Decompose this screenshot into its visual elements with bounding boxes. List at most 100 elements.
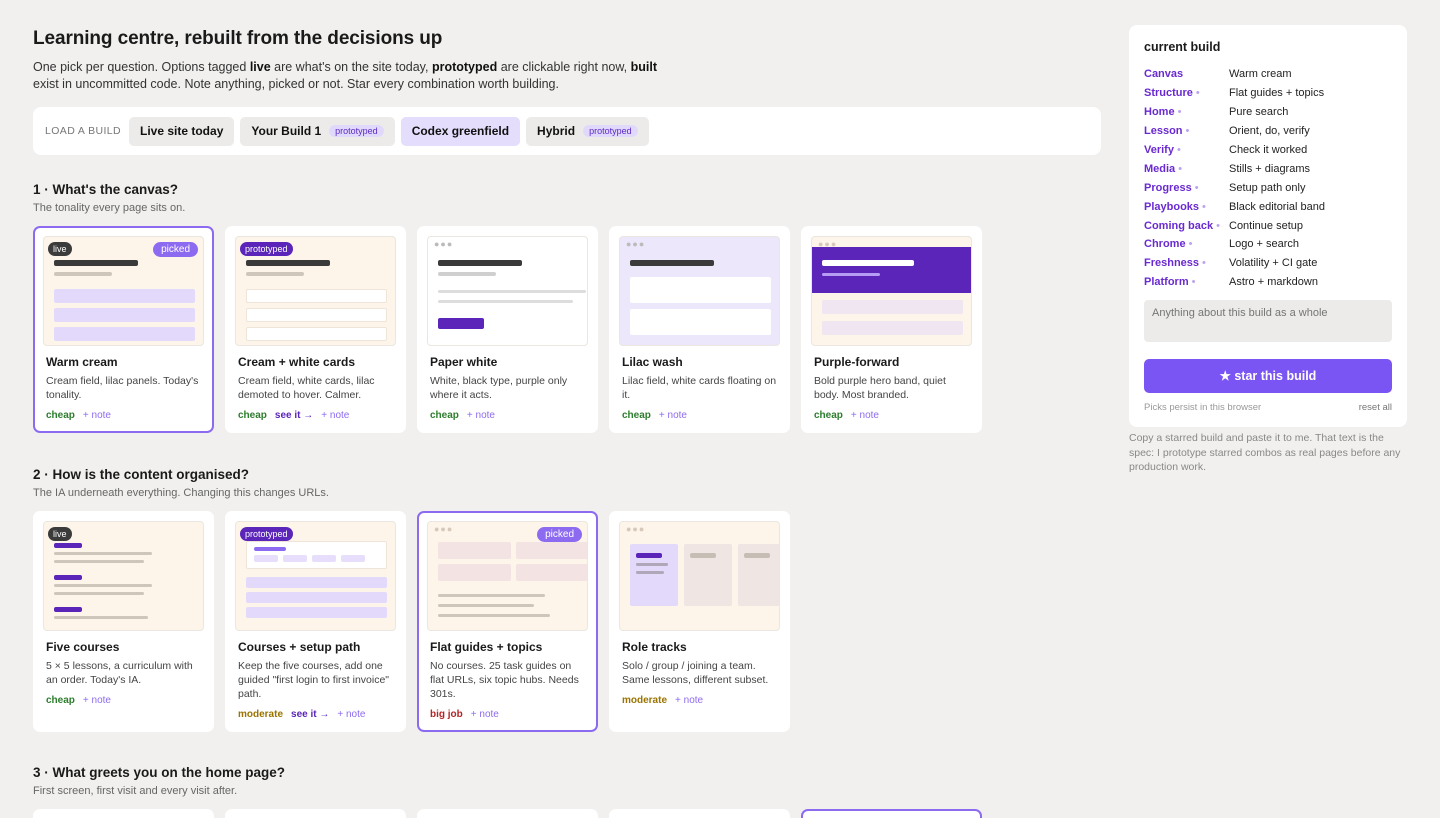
question-home-page: 3 · What greets you on the home page? Fi… [33,765,1101,818]
summary-row-verify[interactable]: Verify • Check it worked [1144,141,1392,160]
option-card[interactable] [33,809,214,818]
option-preview: ●●● [811,236,972,346]
option-description: Solo / group / joining a team. Same less… [622,660,769,686]
cost-label: cheap [430,410,459,421]
sidebar-caption: Copy a starred build and paste it to me.… [1129,432,1401,473]
option-role-tracks[interactable]: ●●● Role tracks Solo / group / joining a… [609,511,790,732]
prototyped-tag: prototyped [329,125,384,137]
build-live-site-button[interactable]: Live site today [129,116,235,146]
persist-note: Picks persist in this browser [1144,401,1262,413]
cost-label: moderate [622,695,668,706]
load-build-label: LOAD A BUILD [45,125,121,137]
option-title: Five courses [46,640,120,654]
add-note-link[interactable]: + note [675,695,703,706]
option-preview: prototyped [235,236,396,346]
window-dots-icon: ●●● [434,239,454,249]
option-card[interactable] [417,809,598,818]
summary-row-structure[interactable]: Structure • Flat guides + topics [1144,84,1392,103]
summary-row-media[interactable]: Media • Stills + diagrams [1144,159,1392,178]
cost-label: cheap [622,410,651,421]
option-card[interactable] [801,809,982,818]
add-note-link[interactable]: + note [83,410,111,421]
option-cream-white-cards[interactable]: prototyped Cream + white cards Cream fie… [225,226,406,433]
option-description: Lilac field, white cards floating on it. [622,375,777,401]
option-preview: ●●● picked [427,521,588,631]
page-title: Learning centre, rebuilt from the decisi… [33,28,443,49]
live-badge: live [48,242,72,256]
window-dots-icon: ●●● [434,524,454,534]
current-build-panel: current build Canvas Warm cream Structure… [1129,25,1407,427]
cost-label: cheap [238,410,267,421]
star-build-button[interactable]: ★ star this build [1144,358,1392,393]
option-preview: prototyped [235,521,396,631]
summary-row-canvas[interactable]: Canvas Warm cream [1144,65,1392,84]
cost-label: cheap [46,410,75,421]
option-purple-forward[interactable]: ●●● Purple-forward Bold purple hero band… [801,226,982,433]
intro-text: One pick per question. Options tagged li… [33,60,658,91]
option-title: Cream + white cards [238,355,356,369]
add-note-link[interactable]: + note [337,709,365,720]
option-five-courses[interactable]: live Five courses 5 × 5 lessons, a curri… [33,511,214,732]
see-it-link[interactable]: see it → [275,410,313,421]
add-note-link[interactable]: + note [321,410,349,421]
summary-row-chrome[interactable]: Chrome • Logo + search [1144,235,1392,254]
build-note-textarea[interactable] [1144,299,1392,342]
question-title: 1 · What's the canvas? [33,182,178,197]
option-card[interactable] [609,809,790,818]
option-card[interactable] [225,809,406,818]
window-dots-icon: ●●● [626,239,646,249]
live-badge: live [48,527,72,541]
option-title: Paper white [430,355,498,369]
question-title: 2 · How is the content organised? [33,467,250,482]
option-courses-setup-path[interactable]: prototyped Courses + setup path Keep the… [225,511,406,732]
reset-all-button[interactable]: reset all [1359,402,1392,413]
option-title: Warm cream [46,355,118,369]
option-description: Bold purple hero band, quiet body. Most … [814,375,946,401]
summary-row-playbooks[interactable]: Playbooks • Black editorial band [1144,197,1392,216]
option-description: Keep the five courses, add one guided "f… [238,660,390,700]
window-dots-icon: ●●● [626,524,646,534]
prototyped-badge: prototyped [240,242,293,256]
option-title: Purple-forward [814,355,900,369]
option-lilac-wash[interactable]: ●●● Lilac wash Lilac field, white cards … [609,226,790,433]
option-warm-cream[interactable]: live picked Warm cream Cream field, lila… [33,226,214,433]
summary-row-platform[interactable]: Platform • Astro + markdown [1144,273,1392,292]
build-codex-greenfield-button[interactable]: Codex greenfield [400,116,521,146]
question-title: 3 · What greets you on the home page? [33,765,286,780]
summary-row-home[interactable]: Home • Pure search [1144,103,1392,122]
option-preview: ●●● [619,236,780,346]
option-title: Lilac wash [622,355,683,369]
prototyped-badge: prototyped [240,527,293,541]
summary-row-lesson[interactable]: Lesson • Orient, do, verify [1144,122,1392,141]
option-description: Cream field, white cards, lilac demoted … [238,375,375,401]
build-your-build-1-button[interactable]: Your Build 1 prototyped [240,116,395,146]
summary-row-progress[interactable]: Progress • Setup path only [1144,178,1392,197]
add-note-link[interactable]: + note [659,410,687,421]
cost-label: cheap [814,410,843,421]
cost-label: moderate [238,709,284,720]
add-note-link[interactable]: + note [83,695,111,706]
add-note-link[interactable]: + note [851,410,879,421]
question-canvas: 1 · What's the canvas? The tonality ever… [33,182,1101,433]
option-description: White, black type, purple only where it … [430,375,568,401]
see-it-link[interactable]: see it → [291,709,329,720]
load-build-bar: LOAD A BUILD Live site today Your Build … [33,107,1101,155]
add-note-link[interactable]: + note [471,709,499,720]
cost-label: cheap [46,695,75,706]
summary-row-coming-back[interactable]: Coming back • Continue setup [1144,216,1392,235]
build-summary: Canvas Warm cream Structure • Flat guides +… [1144,65,1392,292]
build-hybrid-button[interactable]: Hybrid prototyped [526,116,649,146]
option-title: Role tracks [622,640,687,654]
option-title: Courses + setup path [238,640,361,654]
question-organisation: 2 · How is the content organised? The IA… [33,467,1101,732]
panel-title: current build [1144,40,1221,54]
prototyped-tag: prototyped [583,125,638,137]
main-column: Learning centre, rebuilt from the decisi… [33,0,1101,818]
option-paper-white[interactable]: ●●● Paper white White, black type, purpl… [417,226,598,433]
add-note-link[interactable]: + note [467,410,495,421]
picked-badge: picked [153,242,198,257]
option-description: Cream field, lilac panels. Today's tonal… [46,375,199,401]
picked-badge: picked [537,527,582,542]
option-flat-guides-topics[interactable]: ●●● picked Flat guides + topics No cours… [417,511,598,732]
summary-row-freshness[interactable]: Freshness • Volatility + CI gate [1144,254,1392,273]
